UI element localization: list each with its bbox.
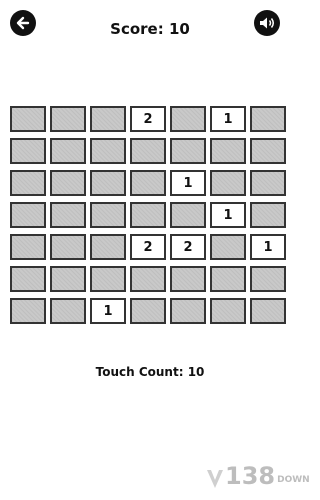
revealed-cell[interactable]: 1: [210, 106, 246, 132]
hidden-cell[interactable]: [170, 266, 206, 292]
hidden-cell[interactable]: [170, 202, 206, 228]
hidden-cell[interactable]: [50, 106, 86, 132]
hidden-cell[interactable]: [250, 202, 286, 228]
watermark-suffix: DOWN: [277, 475, 310, 485]
hidden-cell[interactable]: [210, 138, 246, 164]
watermark-logo: 138 DOWN: [205, 462, 310, 490]
hidden-cell[interactable]: [10, 138, 46, 164]
hidden-cell[interactable]: [250, 138, 286, 164]
hidden-cell[interactable]: [170, 106, 206, 132]
hidden-cell[interactable]: [50, 138, 86, 164]
hidden-cell[interactable]: [10, 170, 46, 196]
hidden-cell[interactable]: [170, 298, 206, 324]
hidden-cell[interactable]: [10, 266, 46, 292]
hidden-cell[interactable]: [50, 266, 86, 292]
hidden-cell[interactable]: [130, 202, 166, 228]
hidden-cell[interactable]: [130, 298, 166, 324]
touch-count-value: 10: [187, 365, 205, 379]
hidden-cell[interactable]: [210, 298, 246, 324]
score-label: Score:: [110, 20, 164, 38]
hidden-cell[interactable]: [130, 266, 166, 292]
revealed-cell[interactable]: 1: [250, 234, 286, 260]
revealed-cell[interactable]: 2: [130, 106, 166, 132]
revealed-cell[interactable]: 2: [170, 234, 206, 260]
hidden-cell[interactable]: [210, 266, 246, 292]
hidden-cell[interactable]: [10, 234, 46, 260]
hidden-cell[interactable]: [90, 106, 126, 132]
hidden-cell[interactable]: [130, 170, 166, 196]
hidden-cell[interactable]: [90, 266, 126, 292]
watermark-emblem-icon: [207, 470, 223, 488]
touch-count: Touch Count: 10: [0, 365, 300, 379]
revealed-cell[interactable]: 1: [90, 298, 126, 324]
game-board: 21112211: [10, 106, 286, 324]
hidden-cell[interactable]: [50, 170, 86, 196]
hidden-cell[interactable]: [170, 138, 206, 164]
revealed-cell[interactable]: 1: [210, 202, 246, 228]
hidden-cell[interactable]: [250, 170, 286, 196]
touch-count-label: Touch Count:: [95, 365, 184, 379]
score-value: 10: [168, 20, 190, 38]
revealed-cell[interactable]: 1: [170, 170, 206, 196]
hidden-cell[interactable]: [90, 234, 126, 260]
hidden-cell[interactable]: [250, 298, 286, 324]
hidden-cell[interactable]: [250, 106, 286, 132]
watermark-number: 138: [225, 462, 276, 490]
hidden-cell[interactable]: [210, 234, 246, 260]
hidden-cell[interactable]: [130, 138, 166, 164]
hidden-cell[interactable]: [90, 138, 126, 164]
revealed-cell[interactable]: 2: [130, 234, 166, 260]
hidden-cell[interactable]: [210, 170, 246, 196]
hidden-cell[interactable]: [50, 202, 86, 228]
speaker-icon: [260, 17, 274, 29]
hidden-cell[interactable]: [50, 234, 86, 260]
sound-toggle-button[interactable]: [254, 10, 280, 36]
hidden-cell[interactable]: [50, 298, 86, 324]
hidden-cell[interactable]: [10, 202, 46, 228]
hidden-cell[interactable]: [10, 298, 46, 324]
hidden-cell[interactable]: [90, 202, 126, 228]
hidden-cell[interactable]: [90, 170, 126, 196]
hidden-cell[interactable]: [10, 106, 46, 132]
hidden-cell[interactable]: [250, 266, 286, 292]
